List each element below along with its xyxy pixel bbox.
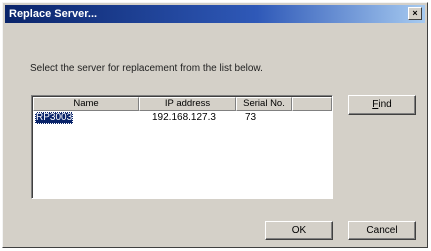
column-header-name[interactable]: Name [33,97,139,111]
cancel-button[interactable]: Cancel [348,221,416,240]
list-item[interactable]: RP3003 192.168.127.3 73 [33,112,331,124]
list-item-name: RP3003 [35,112,74,124]
server-list[interactable]: Name IP address Serial No. RP3003 192.16… [31,95,333,199]
column-header-filler [292,97,332,111]
instruction-text: Select the server for replacement from t… [30,63,263,74]
window-title: Replace Server... [9,8,98,20]
list-header: Name IP address Serial No. [33,97,332,111]
ok-button[interactable]: OK [265,221,333,240]
column-header-serial-no[interactable]: Serial No. [236,97,292,111]
close-button[interactable]: × [408,7,422,20]
close-icon: × [412,8,418,18]
list-item-ip-address: 192.168.127.3 [152,112,216,123]
list-item-serial-no: 73 [245,112,257,123]
column-header-ip-address[interactable]: IP address [139,97,236,111]
title-bar[interactable]: Replace Server... × [5,5,425,23]
find-button[interactable]: Find [348,95,416,115]
